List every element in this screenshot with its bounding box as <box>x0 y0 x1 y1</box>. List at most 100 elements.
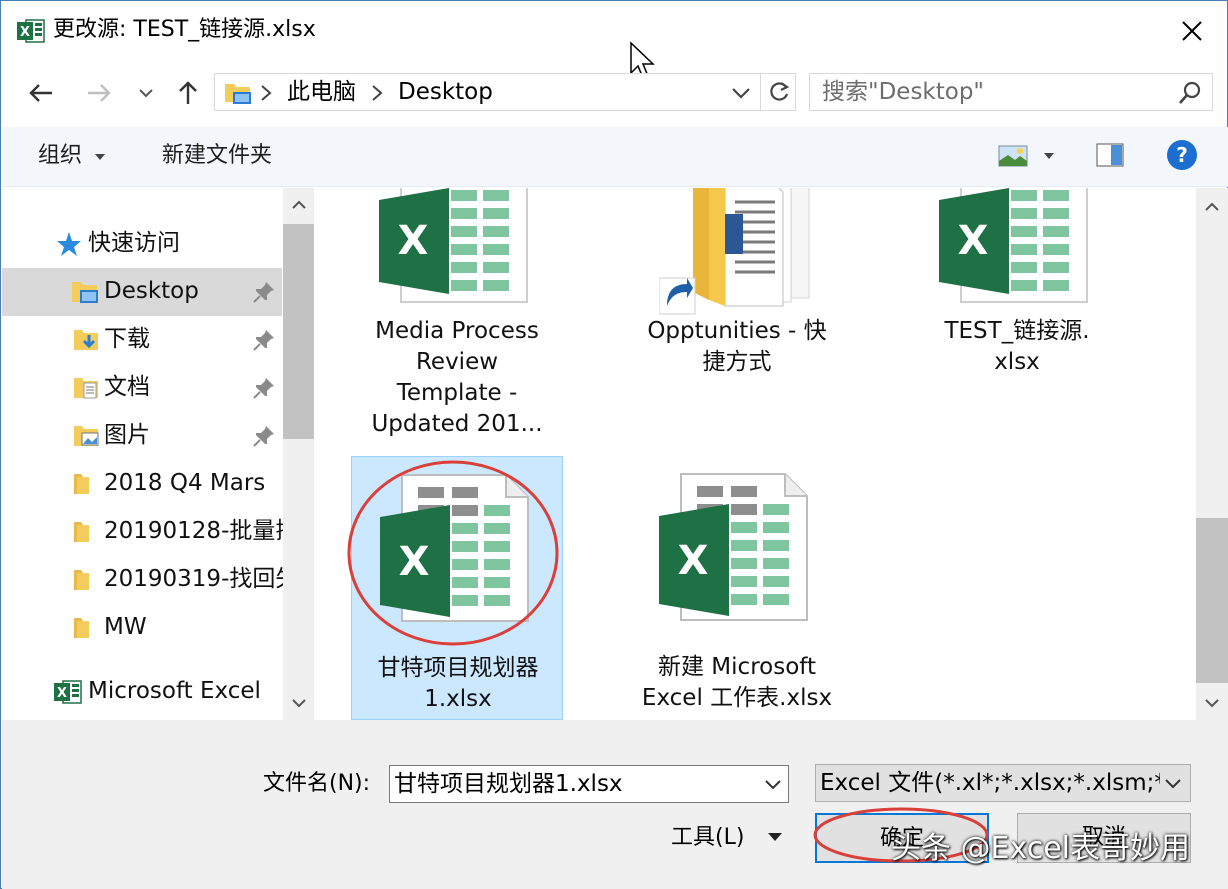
nav-item-label: 20190319-找回失 <box>104 566 299 592</box>
address-dropdown-button[interactable] <box>727 80 755 106</box>
arrow-right-icon <box>88 84 111 102</box>
folder-icon <box>74 474 89 494</box>
tools-button[interactable]: 工具(L) <box>671 823 744 853</box>
svg-text:X: X <box>20 25 30 40</box>
scroll-down-button[interactable] <box>1196 688 1228 718</box>
scroll-down-button[interactable] <box>283 688 314 718</box>
new-folder-button[interactable]: 新建文件夹 <box>162 141 272 171</box>
pin-icon[interactable] <box>252 280 276 304</box>
file-name: Opptunities - 快 捷方式 <box>647 318 827 375</box>
folder-shortcut-icon <box>659 188 810 315</box>
search-icon <box>1179 81 1201 104</box>
nav-item-label: Desktop <box>104 278 199 304</box>
nav-item-documents[interactable]: 文档 <box>2 364 282 412</box>
file-item-new-excel-sheet[interactable]: X 新建 Microsoft Excel 工作表.xlsx <box>631 456 843 720</box>
search-input[interactable]: 搜索"Desktop" <box>809 73 1213 111</box>
nav-microsoft-excel[interactable]: X Microsoft Excel <box>2 668 282 716</box>
refresh-button[interactable] <box>760 74 796 110</box>
nav-item-label: 20190128-批量插 <box>104 518 299 544</box>
excel-app-icon: X <box>17 19 45 43</box>
view-options-chevron-icon[interactable] <box>1044 153 1054 159</box>
svg-text:?: ? <box>1176 143 1188 167</box>
chevron-up-icon <box>291 200 306 209</box>
navigation-pane: 快速访问 Desktop 下载 文档 图片 2018 Q4 Mars 20190… <box>2 188 314 720</box>
file-list: X Media Process Review Template - Update… <box>316 188 1196 720</box>
chevron-down-icon <box>95 154 105 160</box>
preview-pane-icon[interactable] <box>1096 143 1124 167</box>
svg-text:X: X <box>678 538 709 584</box>
scroll-up-button[interactable] <box>1196 192 1228 222</box>
nav-item-label: MW <box>104 614 147 640</box>
file-item-media-process[interactable]: X Media Process Review Template - Update… <box>351 188 563 448</box>
file-item-test-link-source[interactable]: X TEST_链接源. xlsx <box>911 188 1123 380</box>
command-bar: 组织 新建文件夹 ? <box>2 127 1228 187</box>
file-name: TEST_链接源. xlsx <box>944 318 1090 375</box>
chevron-down-icon[interactable] <box>762 774 784 794</box>
file-type-select[interactable]: Excel 文件(*.xl*;*.xlsx;*.xlsm;*.xlsb <box>815 764 1191 802</box>
scroll-up-button[interactable] <box>283 190 314 220</box>
nav-item-pictures[interactable]: 图片 <box>2 412 282 460</box>
up-button[interactable] <box>170 75 206 111</box>
nav-item-folder[interactable]: 20190128-批量插 <box>2 508 298 556</box>
filename-label: 文件名(N): <box>263 771 371 796</box>
chevron-up-icon <box>1205 202 1219 211</box>
chevron-right-icon <box>372 85 383 101</box>
pictures-folder-icon <box>74 426 99 446</box>
chevron-down-icon <box>139 89 153 98</box>
file-type-value: Excel 文件(*.xl*;*.xlsx;*.xlsm;*.xlsb <box>820 770 1160 796</box>
documents-folder-icon <box>74 378 98 399</box>
back-button[interactable] <box>23 75 59 111</box>
scroll-thumb[interactable] <box>1196 518 1228 683</box>
desktop-folder-icon <box>72 282 98 303</box>
nav-item-label: Microsoft Excel <box>88 678 261 704</box>
nav-item-downloads[interactable]: 下载 <box>2 316 282 364</box>
highlight-circle-annotation <box>347 460 559 646</box>
pin-icon[interactable] <box>252 328 276 352</box>
filename-input[interactable]: 甘特项目规划器1.xlsx <box>389 765 789 803</box>
forward-button[interactable] <box>81 75 117 111</box>
change-view-icon[interactable] <box>998 145 1028 167</box>
pin-icon[interactable] <box>252 424 276 448</box>
nav-scrollbar[interactable] <box>283 188 314 720</box>
help-icon[interactable]: ? <box>1166 139 1198 171</box>
organize-button[interactable]: 组织 <box>38 141 82 171</box>
nav-item-folder[interactable]: 2018 Q4 Mars <box>2 460 282 508</box>
nav-item-label: 图片 <box>104 422 150 448</box>
file-name: 新建 Microsoft Excel 工作表.xlsx <box>641 654 833 711</box>
tools-dropdown-icon[interactable] <box>766 830 784 844</box>
nav-quick-access[interactable]: 快速访问 <box>2 220 282 268</box>
chevron-down-icon <box>732 88 750 99</box>
folder-icon <box>74 522 89 542</box>
file-item-opptunities-shortcut[interactable]: Opptunities - 快 捷方式 <box>631 188 843 380</box>
close-button[interactable] <box>1157 1 1227 61</box>
excel-file-icon: X <box>659 473 808 621</box>
title-bar: X 更改源: TEST_链接源.xlsx <box>1 1 1227 79</box>
folder-icon <box>74 618 89 638</box>
breadcrumb-this-pc[interactable]: 此电脑 <box>287 77 356 107</box>
file-list-scrollbar[interactable] <box>1196 188 1228 720</box>
pin-icon[interactable] <box>252 376 276 400</box>
scroll-thumb[interactable] <box>283 224 314 439</box>
nav-item-folder[interactable]: 20190319-找回失 <box>2 556 298 604</box>
breadcrumb-desktop[interactable]: Desktop <box>398 77 493 107</box>
arrow-up-icon <box>179 81 197 104</box>
excel-file-icon: X <box>379 188 528 303</box>
chevron-down-icon <box>291 699 306 708</box>
recent-locations-button[interactable] <box>131 75 161 111</box>
excel-app-icon: X <box>54 680 82 704</box>
downloads-folder-icon <box>74 330 98 350</box>
file-name: 甘特项目规划器 1.xlsx <box>377 655 539 712</box>
close-icon <box>1182 21 1202 41</box>
nav-item-desktop[interactable]: Desktop <box>2 268 282 316</box>
address-bar[interactable]: 此电脑 Desktop <box>214 73 796 111</box>
nav-item-label: 文档 <box>104 374 150 400</box>
search-placeholder: 搜索"Desktop" <box>822 79 985 105</box>
nav-item-folder[interactable]: MW <box>2 604 282 652</box>
nav-quick-access-label: 快速访问 <box>88 230 180 256</box>
chevron-down-icon <box>1162 773 1184 793</box>
folder-icon <box>74 570 89 590</box>
filename-value: 甘特项目规划器1.xlsx <box>394 771 623 797</box>
window-title: 更改源: TEST_链接源.xlsx <box>53 17 316 42</box>
nav-item-label: 下载 <box>104 326 150 352</box>
chevron-right-icon <box>261 85 272 101</box>
